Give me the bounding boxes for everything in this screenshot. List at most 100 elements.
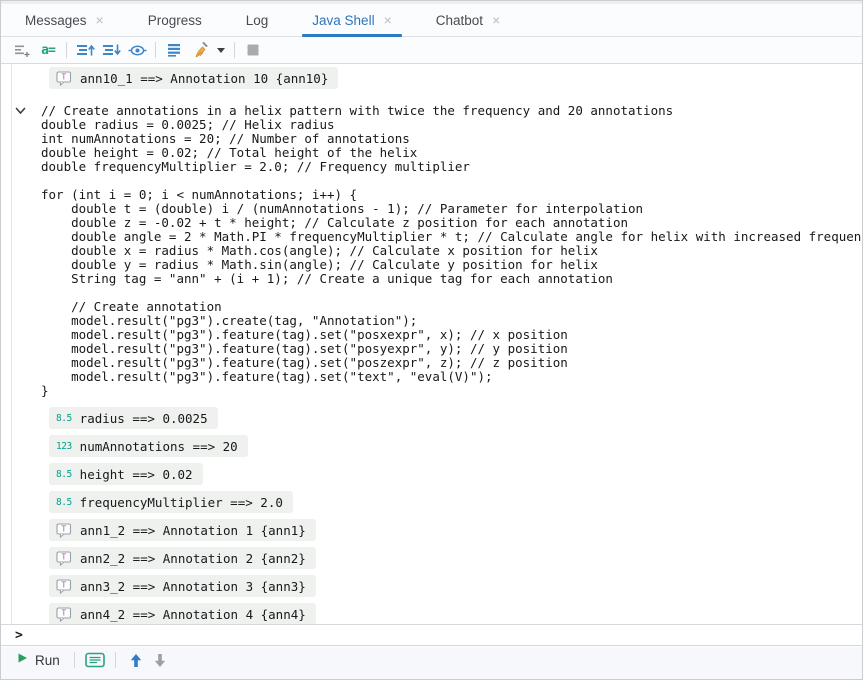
clear-broom-icon[interactable] bbox=[189, 40, 211, 60]
double-type-icon: 8.5 bbox=[56, 413, 72, 424]
annotation-icon: T bbox=[56, 607, 72, 622]
run-play-icon bbox=[17, 651, 28, 669]
annotation-icon: T bbox=[56, 71, 72, 86]
tab-bar: Messages×ProgressLogJava Shell×Chatbot× bbox=[1, 4, 862, 37]
result-chip: Tann1_2 ==> Annotation 1 {ann1} bbox=[49, 519, 316, 541]
code-line: // Create annotation bbox=[41, 300, 862, 314]
result-text: ann3_2 ==> Annotation 3 {ann3} bbox=[80, 579, 306, 594]
close-icon[interactable]: × bbox=[384, 13, 392, 27]
tab-progress[interactable]: Progress bbox=[136, 4, 214, 36]
tab-messages[interactable]: Messages × bbox=[13, 4, 116, 36]
result-chip: 123numAnnotations ==> 20 bbox=[49, 435, 248, 457]
code-line: double t = (double) i / (numAnnotations … bbox=[41, 202, 862, 216]
result-text: ann2_2 ==> Annotation 2 {ann2} bbox=[80, 551, 306, 566]
result-row: 123numAnnotations ==> 20 bbox=[1, 435, 862, 463]
code-block: // Create annotations in a helix pattern… bbox=[41, 104, 862, 398]
shell-prompt: > bbox=[15, 628, 23, 643]
code-line: int numAnnotations = 20; // Number of an… bbox=[41, 132, 862, 146]
toolbar-group bbox=[74, 40, 152, 60]
double-type-icon: 8.5 bbox=[56, 469, 72, 480]
tab-label: Progress bbox=[148, 13, 202, 28]
code-line: double y = radius * Math.sin(angle); // … bbox=[41, 258, 862, 272]
result-chip: Tann10_1 ==> Annotation 10 {ann10} bbox=[49, 67, 338, 89]
code-line: double height = 0.02; // Total height of… bbox=[41, 146, 862, 160]
tab-java-shell[interactable]: Java Shell × bbox=[300, 4, 403, 36]
toolbar-separator bbox=[155, 42, 156, 58]
code-line: double radius = 0.0025; // Helix radius bbox=[41, 118, 862, 132]
code-line: double x = radius * Math.cos(angle); // … bbox=[41, 244, 862, 258]
shell-input[interactable] bbox=[31, 625, 862, 645]
move-down-list-icon[interactable] bbox=[100, 40, 122, 60]
code-line: model.result("pg3").feature(tag).set("te… bbox=[41, 370, 862, 384]
run-button[interactable]: Run bbox=[11, 649, 66, 671]
insert-output-icon[interactable] bbox=[11, 40, 33, 60]
result-text: ann4_2 ==> Annotation 4 {ann4} bbox=[80, 607, 306, 622]
result-row: Tann10_1 ==> Annotation 10 {ann10} bbox=[1, 67, 862, 95]
show-input-icon[interactable] bbox=[83, 650, 107, 670]
tab-label: Log bbox=[246, 13, 269, 28]
code-line: // Create annotations in a helix pattern… bbox=[41, 104, 862, 118]
code-line: for (int i = 0; i < numAnnotations; i++)… bbox=[41, 188, 862, 202]
shell-toolbar: a= bbox=[1, 37, 862, 64]
result-chip: Tann2_2 ==> Annotation 2 {ann2} bbox=[49, 547, 316, 569]
result-text: radius ==> 0.0025 bbox=[80, 411, 208, 426]
annotation-icon: T bbox=[56, 551, 72, 566]
result-text: height ==> 0.02 bbox=[80, 467, 193, 482]
history-up-icon[interactable] bbox=[124, 650, 148, 670]
annotation-icon: T bbox=[56, 523, 72, 538]
result-chip: 8.5 radius ==> 0.0025 bbox=[49, 407, 218, 429]
shell-input-row[interactable]: > bbox=[1, 624, 862, 646]
result-row: Tann2_2 ==> Annotation 2 {ann2} bbox=[1, 547, 862, 575]
tab-label: Messages bbox=[25, 13, 87, 28]
result-row: Tann1_2 ==> Annotation 1 {ann1} bbox=[1, 519, 862, 547]
int-type-icon: 123 bbox=[56, 441, 72, 452]
result-chip: Tann3_2 ==> Annotation 3 {ann3} bbox=[49, 575, 316, 597]
tab-chatbot[interactable]: Chatbot× bbox=[424, 4, 512, 36]
toolbar-separator bbox=[234, 42, 235, 58]
toolbar-group bbox=[163, 40, 231, 60]
result-text: ann10_1 ==> Annotation 10 {ann10} bbox=[80, 71, 328, 86]
result-row: 8.5frequencyMultiplier ==> 2.0 bbox=[1, 491, 862, 519]
annotation-icon: T bbox=[56, 579, 72, 594]
result-chip: 8.5 height ==> 0.02 bbox=[49, 463, 203, 485]
code-line: double angle = 2 * Math.PI * frequencyMu… bbox=[41, 230, 862, 244]
result-row: 8.5 radius ==> 0.0025 bbox=[1, 407, 862, 435]
svg-text:T: T bbox=[61, 608, 66, 617]
history-down-icon[interactable] bbox=[148, 650, 172, 670]
code-line bbox=[41, 174, 862, 188]
code-line: } bbox=[41, 384, 862, 398]
result-text: ann1_2 ==> Annotation 1 {ann1} bbox=[80, 523, 306, 538]
run-bar: Run bbox=[1, 647, 862, 679]
close-icon[interactable]: × bbox=[492, 13, 500, 27]
code-line: model.result("pg3").feature(tag).set("po… bbox=[41, 356, 862, 370]
code-line: String tag = "ann" + (i + 1); // Create … bbox=[41, 272, 862, 286]
footer-separator bbox=[115, 652, 116, 668]
toolbar-group bbox=[242, 40, 268, 60]
run-button-label: Run bbox=[35, 653, 60, 668]
code-line: model.result("pg3").feature(tag).set("po… bbox=[41, 342, 862, 356]
result-text: frequencyMultiplier ==> 2.0 bbox=[80, 495, 283, 510]
result-chip: Tann4_2 ==> Annotation 4 {ann4} bbox=[49, 603, 316, 624]
show-eye-icon[interactable] bbox=[126, 40, 148, 60]
assign-variables-icon[interactable]: a= bbox=[37, 40, 59, 60]
close-icon[interactable]: × bbox=[96, 13, 104, 27]
chevron-down-icon[interactable] bbox=[15, 106, 27, 116]
svg-text:T: T bbox=[61, 72, 66, 81]
footer-separator bbox=[74, 652, 75, 668]
result-row: Tann3_2 ==> Annotation 3 {ann3} bbox=[1, 575, 862, 603]
code-line bbox=[41, 286, 862, 300]
tab-log[interactable]: Log bbox=[234, 4, 281, 36]
svg-text:T: T bbox=[61, 524, 66, 533]
result-row: 8.5 height ==> 0.02 bbox=[1, 463, 862, 491]
java-shell-window: Messages×ProgressLogJava Shell×Chatbot× … bbox=[0, 0, 863, 680]
move-up-list-icon[interactable] bbox=[74, 40, 96, 60]
dropdown-arrow-icon[interactable] bbox=[215, 40, 227, 60]
svg-text:T: T bbox=[61, 580, 66, 589]
result-chip: 8.5frequencyMultiplier ==> 2.0 bbox=[49, 491, 293, 513]
toolbar-group: a= bbox=[11, 40, 63, 60]
select-lines-icon[interactable] bbox=[163, 40, 185, 60]
code-line: model.result("pg3").create(tag, "Annotat… bbox=[41, 314, 862, 328]
tab-label: Java Shell bbox=[312, 13, 374, 28]
stop-icon[interactable] bbox=[242, 40, 264, 60]
console-area: Tann10_1 ==> Annotation 10 {ann10} // Cre… bbox=[1, 64, 862, 624]
